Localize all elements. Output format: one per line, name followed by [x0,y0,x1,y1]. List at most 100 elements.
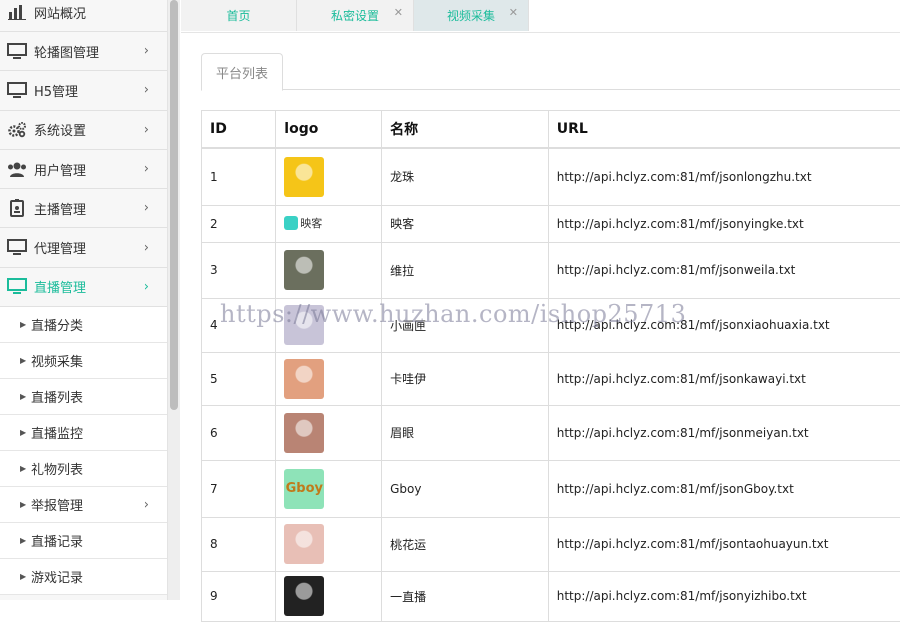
cell-name: Gboy [382,460,549,517]
chevron-right-icon: › [144,83,149,98]
tab-0[interactable]: 首页 [181,0,297,31]
cell-logo [276,571,382,621]
cell-name: 龙珠 [382,148,549,205]
cell-logo [276,517,382,571]
subtab-divider [201,89,900,90]
column-header[interactable]: URL [548,111,900,149]
cell-name: 卡哇伊 [382,352,549,405]
sidebar-subitem-label: 直播列表 [31,387,83,406]
gears-icon [6,121,28,139]
cell-id: 6 [202,405,276,460]
table-row[interactable]: 1龙珠http://api.hclyz.com:81/mf/jsonlongzh… [202,148,900,205]
close-icon[interactable]: ✕ [509,6,518,19]
tab-platform-list[interactable]: 平台列表 [201,53,283,91]
cell-id: 1 [202,148,276,205]
chevron-right-icon: › [144,162,149,177]
chevron-right-icon: › [144,240,149,255]
sidebar-subitem-label: 直播监控 [31,423,83,442]
cell-id: 2 [202,205,276,242]
cell-logo [276,148,382,205]
caret-right-icon: ▶ [20,464,26,473]
sidebar-subitem-label: 举报管理 [31,495,83,514]
sidebar-item-label: 直播管理 [34,277,86,296]
sidebar-item-label: 代理管理 [34,238,86,257]
sidebar-item-6[interactable]: 代理管理 › [0,228,167,267]
platform-table: IDlogo名称URL 1 龙珠 http://api.hclyz.com:81/m… [201,110,900,622]
sidebar-item-4[interactable]: 用户管理 › [0,150,167,189]
column-header[interactable]: ID [202,111,276,149]
table-row[interactable]: 3维拉http://api.hclyz.com:81/mf/jsonweila.… [202,242,900,298]
table-row[interactable]: 2映客映客http://api.hclyz.com:81/mf/jsonying… [202,205,900,242]
cell-url: http://api.hclyz.com:81/mf/jsontaohuayun… [548,517,900,571]
sidebar-item-2[interactable]: H5管理 › [0,71,167,110]
cell-url: http://api.hclyz.com:81/mf/jsonkawayi.tx… [548,352,900,405]
scrollbar-thumb[interactable] [170,0,178,410]
table-row[interactable]: 5 卡哇伊http://api.hclyz.com:81/mf/jsonkaway… [202,352,900,405]
sidebar-subitem-label: 礼物列表 [31,459,83,478]
tab-1[interactable]: 私密设置✕ [297,0,414,31]
caret-right-icon: ▶ [20,428,26,437]
sidebar-item-label: H5管理 [34,81,78,100]
chevron-right-icon: › [144,201,149,216]
cell-name: 映客 [382,205,549,242]
platform-logo [284,413,324,453]
table-row[interactable]: 7GboyGboyhttp://api.hclyz.com:81/mf/json… [202,460,900,517]
table-row[interactable]: 8 桃花运http://api.hclyz.com:81/mf/jsontaohu… [202,517,900,571]
sidebar-subitem-3[interactable]: ▶ 直播监控 [0,415,167,451]
sidebar-subitem-4[interactable]: ▶ 礼物列表 [0,451,167,487]
sidebar-subitem-5[interactable]: ▶ 举报管理 › [0,487,167,523]
id-badge-icon [6,199,28,217]
cell-logo [276,242,382,298]
sidebar-item-7[interactable]: 直播管理 › [0,268,167,307]
cell-id: 7 [202,460,276,517]
caret-right-icon: ▶ [20,500,26,509]
sidebar-scrollbar[interactable] [168,0,180,600]
caret-right-icon: ▶ [20,536,26,545]
sidebar-item-label: 用户管理 [34,160,86,179]
cell-id: 9 [202,571,276,621]
sidebar-subitem-1[interactable]: ▶视频采集 [0,343,167,379]
monitor-icon [6,42,28,60]
table-row[interactable]: 9一直播http://api.hclyz.com:81/mf/jsonyizhi… [202,571,900,621]
bar-chart-icon [6,3,28,21]
cell-url: http://api.hclyz.com:81/mf/jsonweila.txt [548,242,900,298]
caret-right-icon: ▶ [20,320,26,329]
sidebar-subitem-label: 直播分类 [31,315,83,334]
sidebar-item-5[interactable]: 主播管理› [0,189,167,228]
chevron-right-icon: › [144,279,149,294]
close-icon[interactable]: ✕ [394,6,403,19]
platform-logo [284,157,324,197]
sidebar-subitem-7[interactable]: ▶ 游戏记录 [0,559,167,595]
cell-id: 5 [202,352,276,405]
column-header[interactable]: logo [276,111,382,149]
cell-url: http://api.hclyz.com:81/mf/jsonGboy.txt [548,460,900,517]
cell-name: 桃花运 [382,517,549,571]
sidebar-subitem-2[interactable]: ▶ 直播列表 [0,379,167,415]
platform-logo: 映客 [284,215,326,233]
users-icon [6,160,28,178]
sidebar-item-label: 网站概况 [34,3,86,22]
chevron-right-icon: › [144,497,149,512]
platform-logo: Gboy [284,469,324,509]
table-row[interactable]: 6眉眼http://api.hclyz.com:81/mf/jsonmeiyan… [202,405,900,460]
chevron-right-icon: › [144,122,149,137]
caret-right-icon: ▶ [20,572,26,581]
monitor-icon [6,239,28,257]
monitor-icon [6,81,28,99]
sidebar-item-1[interactable]: 轮播图管理› [0,32,167,71]
sidebar-subitem-0[interactable]: ▶ 直播分类 [0,307,167,343]
tab-2[interactable]: 视频采集✕ [414,0,529,31]
platform-logo [284,359,324,399]
table-header-row: IDlogo名称URL [202,111,900,149]
column-header[interactable]: 名称 [382,111,549,149]
monitor-icon [6,278,28,296]
sidebar-item-0[interactable]: 网站概况 [0,0,167,32]
sidebar-subitem-label: 游戏记录 [31,567,83,586]
caret-right-icon: ▶ [20,392,26,401]
sidebar-item-3[interactable]: 系统设置› [0,111,167,150]
cell-url: http://api.hclyz.com:81/mf/jsonyizhibo.t… [548,571,900,621]
platform-logo [284,524,324,564]
cell-id: 8 [202,517,276,571]
sidebar-subitem-6[interactable]: ▶直播记录 [0,523,167,559]
tab-bar: 首页私密设置✕视频采集✕ [181,0,900,33]
